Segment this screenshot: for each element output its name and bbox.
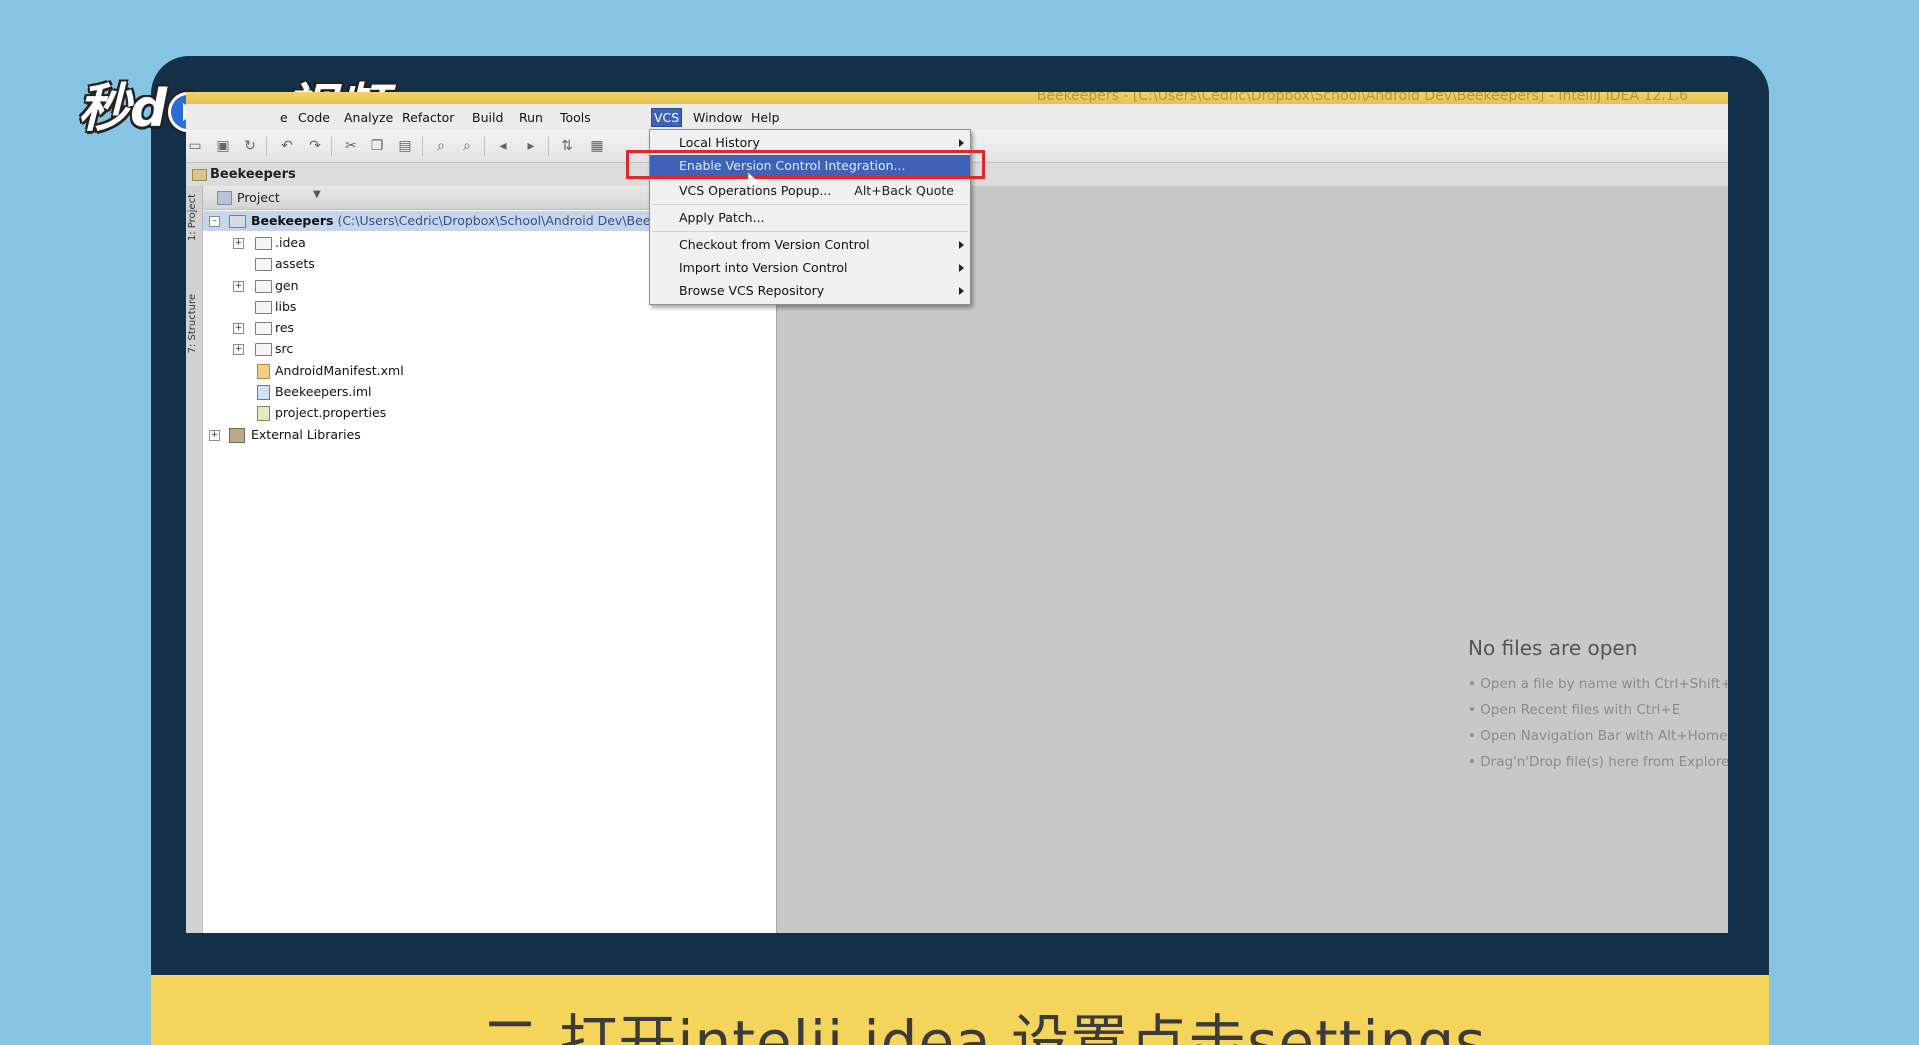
tree-item-res[interactable]: + res bbox=[203, 318, 758, 338]
tree-item-label: src bbox=[275, 341, 294, 356]
tree-item-label: assets bbox=[275, 256, 315, 271]
menu-run[interactable]: Run bbox=[517, 109, 545, 126]
side-tab-project[interactable]: 1: Project bbox=[187, 194, 201, 241]
menu-tools[interactable]: Tools bbox=[558, 109, 593, 126]
editor-hint: • Drag'n'Drop file(s) here from Explorer bbox=[1468, 754, 1728, 770]
open-icon[interactable]: ▭ bbox=[186, 137, 204, 155]
module-file-icon bbox=[257, 385, 270, 400]
project-folder-icon bbox=[192, 169, 207, 181]
subtitle-bar: 二 打开intelij idea 设置点击settings bbox=[151, 975, 1769, 1045]
tree-item-properties[interactable]: project.properties bbox=[203, 403, 758, 423]
subtitle-text: 二 打开intelij idea 设置点击settings bbox=[481, 1008, 1487, 1045]
menu-code[interactable]: Code bbox=[296, 109, 332, 126]
properties-file-icon bbox=[257, 406, 270, 421]
project-view-icon bbox=[217, 191, 232, 205]
editor-hint: • Open Recent files with Ctrl+E bbox=[1468, 702, 1681, 718]
menu-file-partial[interactable]: e bbox=[278, 109, 290, 126]
tree-item-label: AndroidManifest.xml bbox=[275, 363, 404, 378]
highlight-annotation-box bbox=[626, 150, 985, 179]
module-folder-icon bbox=[229, 215, 246, 228]
menu-item-checkout[interactable]: Checkout from Version Control bbox=[650, 234, 970, 256]
title-bar: Beekeepers - [C:\Users\Cedric\Dropbox\Sc… bbox=[186, 92, 1728, 104]
tree-item-src[interactable]: + src bbox=[203, 339, 758, 359]
tree-item-label: Beekeepers.iml bbox=[275, 384, 372, 399]
tree-item-label: gen bbox=[275, 278, 299, 293]
menu-vcs[interactable]: VCS bbox=[651, 108, 683, 127]
tree-item-label: .idea bbox=[275, 235, 306, 250]
ide-window: Beekeepers - [C:\Users\Cedric\Dropbox\Sc… bbox=[186, 92, 1728, 933]
expand-icon[interactable]: + bbox=[233, 281, 244, 292]
paste-icon[interactable]: ▤ bbox=[396, 137, 414, 155]
submenu-arrow-icon bbox=[959, 264, 964, 272]
save-icon[interactable]: ▣ bbox=[214, 137, 232, 155]
tree-item-external-libraries[interactable]: + External Libraries bbox=[203, 425, 758, 445]
back-icon[interactable]: ◂ bbox=[494, 137, 512, 155]
run-config-icon[interactable]: ▦ bbox=[588, 137, 606, 155]
tree-item-iml[interactable]: Beekeepers.iml bbox=[203, 382, 758, 402]
menu-build[interactable]: Build bbox=[470, 109, 505, 126]
folder-icon bbox=[255, 258, 272, 271]
folder-icon bbox=[255, 322, 272, 335]
editor-hint: • Open a file by name with Ctrl+Shift+N bbox=[1468, 676, 1728, 692]
xml-file-icon bbox=[257, 364, 270, 379]
folder-icon bbox=[255, 301, 272, 314]
folder-icon bbox=[255, 237, 272, 250]
collapse-icon[interactable]: – bbox=[209, 216, 220, 227]
no-files-title: No files are open bbox=[1468, 636, 1638, 660]
menu-help[interactable]: Help bbox=[749, 109, 782, 126]
copy-icon[interactable]: ❐ bbox=[368, 137, 386, 155]
tree-root-label: Beekeepers bbox=[251, 213, 334, 228]
expand-icon[interactable]: + bbox=[209, 430, 220, 441]
menu-item-vcs-operations-popup[interactable]: VCS Operations Popup... Alt+Back Quote bbox=[650, 180, 970, 202]
tree-item-label: libs bbox=[275, 299, 297, 314]
redo-icon[interactable]: ↷ bbox=[306, 137, 324, 155]
shortcut-label: Alt+Back Quote bbox=[854, 183, 954, 198]
window-title: Beekeepers - [C:\Users\Cedric\Dropbox\Sc… bbox=[1036, 92, 1688, 104]
submenu-arrow-icon bbox=[959, 241, 964, 249]
menu-analyze[interactable]: Analyze bbox=[342, 109, 395, 126]
folder-icon bbox=[255, 280, 272, 293]
breadcrumb[interactable]: Beekeepers bbox=[210, 167, 296, 182]
library-icon bbox=[229, 428, 245, 443]
make-icon[interactable]: ⇅ bbox=[558, 137, 576, 155]
editor-hint: • Open Navigation Bar with Alt+Home bbox=[1468, 728, 1728, 744]
menu-item-browse-repository[interactable]: Browse VCS Repository bbox=[650, 280, 970, 302]
submenu-arrow-icon bbox=[959, 139, 964, 147]
chevron-down-icon[interactable]: ▼ bbox=[313, 189, 321, 200]
folder-icon bbox=[255, 343, 272, 356]
tree-item-manifest[interactable]: AndroidManifest.xml bbox=[203, 361, 758, 381]
tree-item-label: project.properties bbox=[275, 405, 387, 420]
sync-icon[interactable]: ↻ bbox=[241, 137, 259, 155]
tree-root-path: (C:\Users\Cedric\Dropbox\School\Android … bbox=[337, 213, 673, 228]
menu-bar: e Code Analyze Refactor Build Run Tools … bbox=[186, 104, 1728, 130]
expand-icon[interactable]: + bbox=[233, 323, 244, 334]
tree-item-label: res bbox=[275, 320, 295, 335]
find-icon[interactable]: ⌕ bbox=[432, 137, 450, 155]
menu-refactor[interactable]: Refactor bbox=[400, 109, 456, 126]
tree-item-label: External Libraries bbox=[251, 427, 361, 442]
menu-window[interactable]: Window bbox=[691, 109, 744, 126]
menu-item-apply-patch[interactable]: Apply Patch... bbox=[650, 207, 970, 229]
project-view-selector[interactable]: Project bbox=[237, 190, 280, 205]
forward-icon[interactable]: ▸ bbox=[522, 137, 540, 155]
cut-icon[interactable]: ✂ bbox=[342, 137, 360, 155]
expand-icon[interactable]: + bbox=[233, 238, 244, 249]
undo-icon[interactable]: ↶ bbox=[278, 137, 296, 155]
tool-window-strip: 1: Project 7: Structure bbox=[186, 186, 203, 933]
replace-icon[interactable]: ⌕ bbox=[458, 137, 476, 155]
submenu-arrow-icon bbox=[959, 287, 964, 295]
side-tab-structure[interactable]: 7: Structure bbox=[187, 294, 201, 353]
expand-icon[interactable]: + bbox=[233, 344, 244, 355]
menu-item-import[interactable]: Import into Version Control bbox=[650, 257, 970, 279]
